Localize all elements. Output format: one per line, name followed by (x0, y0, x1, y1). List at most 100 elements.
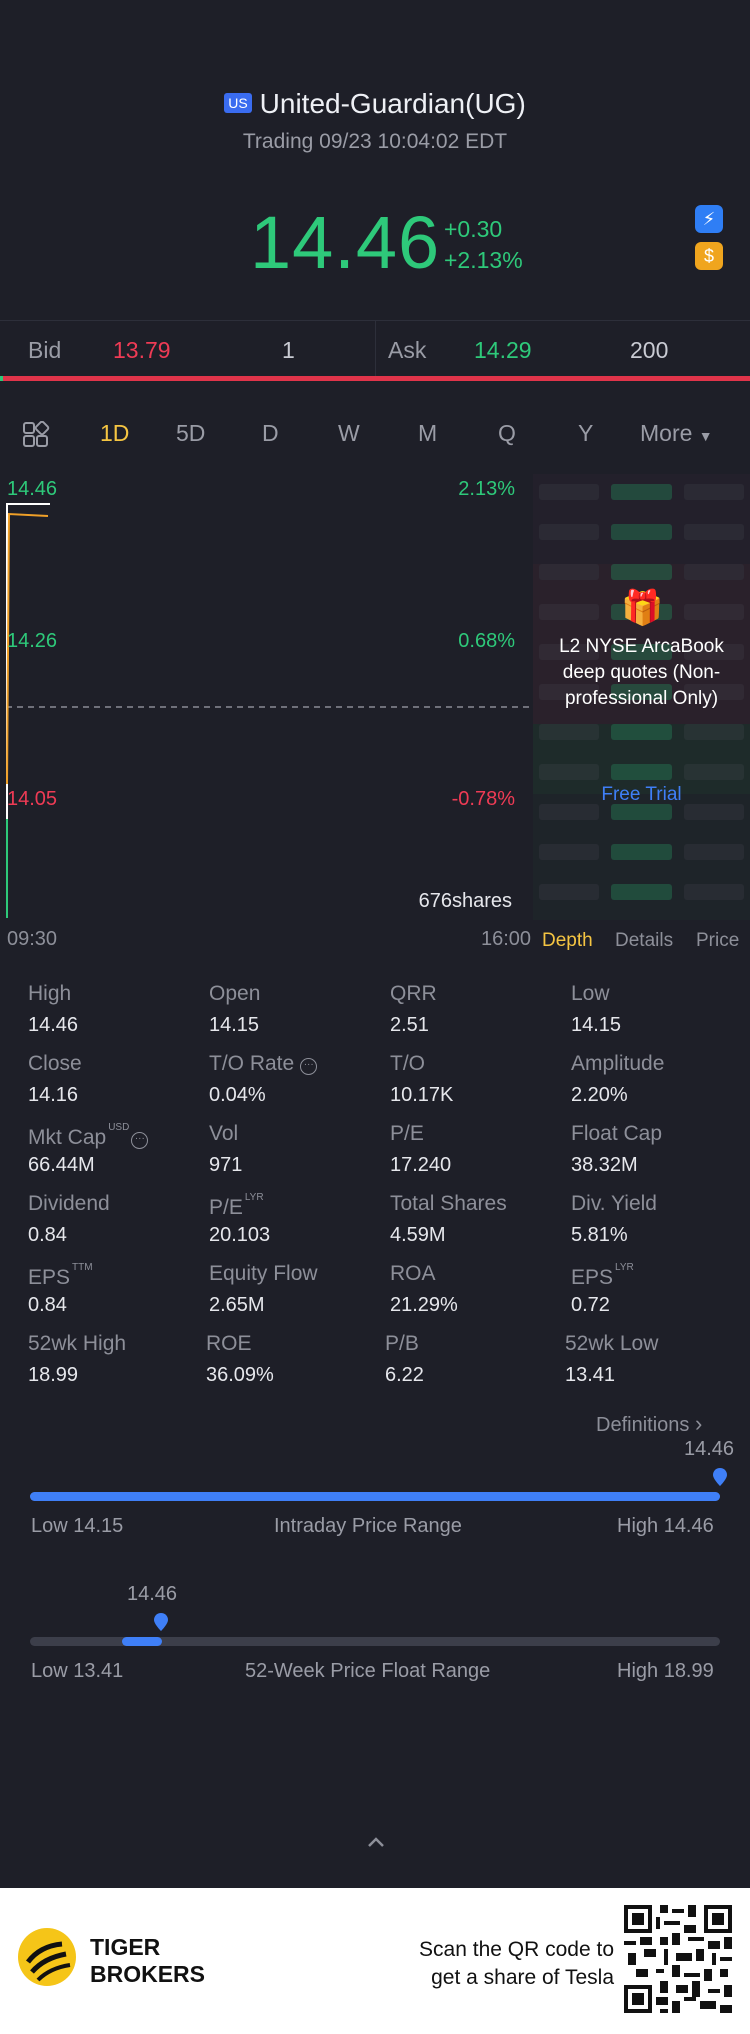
tab-y[interactable]: Y (578, 420, 593, 447)
stat-value: 4.59M (390, 1224, 446, 1246)
stat-label: 52wk Low (565, 1332, 659, 1355)
caret-down-icon: ▼ (698, 428, 713, 444)
stat-value: 0.04% (209, 1084, 266, 1106)
time-start: 09:30 (7, 928, 58, 950)
tab-details[interactable]: Details (615, 930, 673, 952)
intraday-marker-icon (713, 1468, 727, 1486)
week52-low: Low 13.41 (31, 1660, 124, 1682)
l2-depth-panel[interactable]: 🎁 L2 NYSE ArcaBook deep quotes (Non-prof… (533, 474, 750, 920)
period-tabs: 1D 5D D W M Q Y More ▼ (0, 420, 750, 460)
stat-label: P/E LYR (209, 1192, 264, 1220)
brand-line-1: TIGER (90, 1934, 161, 1960)
brand-line-2: BROKERS (90, 1961, 206, 1987)
stat-value: 13.41 (565, 1364, 616, 1386)
tab-1d[interactable]: 1D (100, 420, 129, 447)
stat-value: 0.84 (28, 1224, 67, 1246)
stat-value: 2.20% (571, 1084, 628, 1106)
trading-status: Trading 09/23 10:04:02 EDT (242, 130, 508, 153)
qr-code-icon[interactable] (624, 1905, 732, 2013)
price-line (6, 503, 50, 918)
chart-high-label: 14.46 (7, 478, 58, 500)
ask-size: 200 (630, 337, 669, 363)
stat-value: 10.17K (390, 1084, 454, 1106)
stat-label: QRR (390, 982, 437, 1005)
l2-promo-text: L2 NYSE ArcaBook deep quotes (Non-profes… (559, 636, 724, 709)
stat-value: 14.16 (28, 1084, 79, 1106)
stat-label: High (28, 982, 72, 1005)
stat-label: Low (571, 982, 610, 1005)
stat-value: 17.240 (390, 1154, 452, 1176)
lightning-1-icon[interactable]: ⚡ (695, 205, 723, 233)
grid-icon[interactable] (22, 420, 50, 455)
definitions-link[interactable]: Definitions › (596, 1411, 702, 1437)
tab-price[interactable]: Price (696, 930, 739, 952)
bid-ask-ratio-bar (0, 376, 750, 381)
definitions-label: Definitions (596, 1414, 690, 1436)
ttm-sup: TTM (72, 1262, 93, 1273)
stat-label: Div. Yield (571, 1192, 657, 1215)
week52-high: High 18.99 (617, 1660, 714, 1682)
stat-value: 2.65M (209, 1294, 265, 1316)
chart-volume: 676shares (418, 890, 512, 912)
stat-value: 66.44M (28, 1154, 95, 1176)
eps-ttm-label: EPS (28, 1266, 71, 1289)
intraday-high: High 14.46 (617, 1515, 714, 1537)
stat-label: Equity Flow (209, 1262, 318, 1285)
stat-label: Float Cap (571, 1122, 663, 1145)
chart-lines (6, 503, 532, 918)
info-icon[interactable]: ··· (300, 1058, 318, 1075)
stat-label: Vol (209, 1122, 239, 1145)
more-label: More (640, 420, 693, 446)
intraday-chart[interactable]: 14.46 14.26 14.05 2.13% 0.68% -0.78% 676… (0, 474, 532, 924)
week52-marker-icon (154, 1613, 169, 1631)
stat-label: Close (28, 1052, 82, 1075)
stat-label: Mkt Cap USD··· (28, 1122, 149, 1150)
bid-label: Bid (28, 337, 62, 363)
dollar-icon[interactable]: $ (695, 242, 723, 270)
lyr-sup: LYR (615, 1262, 634, 1273)
stat-value: 38.32M (571, 1154, 638, 1176)
time-end: 16:00 (481, 928, 532, 950)
stat-value: 36.09% (206, 1364, 274, 1386)
stat-label: EPS LYR (571, 1262, 634, 1290)
market-badge: US (224, 93, 252, 113)
tab-d[interactable]: D (262, 420, 279, 447)
week52-current: 14.46 (127, 1583, 178, 1605)
info-icon[interactable]: ··· (131, 1132, 149, 1149)
stat-label: P/E (390, 1122, 424, 1145)
stat-label: Amplitude (571, 1052, 665, 1075)
tab-depth[interactable]: Depth (542, 930, 593, 952)
promo-line-1: Scan the QR code to (419, 1938, 614, 1961)
intraday-fill (30, 1492, 720, 1501)
week52-title: 52-Week Price Float Range (245, 1660, 491, 1682)
stat-label: 52wk High (28, 1332, 127, 1355)
stat-label: Open (209, 982, 261, 1005)
free-trial-link[interactable]: Free Trial (533, 784, 750, 806)
tab-q[interactable]: Q (498, 420, 516, 447)
chart-low-pct: -0.78% (451, 788, 515, 810)
promo-text: Scan the QR code to get a share of Tesla (419, 1936, 614, 1992)
stat-value: 0.84 (28, 1294, 67, 1316)
tab-more[interactable]: More ▼ (640, 420, 713, 447)
promo-line-2: get a share of Tesla (431, 1966, 614, 1989)
stat-label: ROA (390, 1262, 436, 1285)
stat-value: 5.81% (571, 1224, 628, 1246)
bid-ask-bar: Bid 13.79 1 Ask 14.29 200 (0, 320, 750, 377)
brand-name: TIGER BROKERS (90, 1934, 205, 1988)
tab-w[interactable]: W (338, 420, 360, 447)
stock-title: US United-Guardian(UG) (0, 88, 750, 120)
chart-mid-pct: 0.68% (458, 630, 515, 652)
mkt-cap-label: Mkt Cap (28, 1126, 107, 1149)
stat-value: 6.22 (385, 1364, 424, 1386)
bid-price: 13.79 (113, 337, 171, 363)
tab-m[interactable]: M (418, 420, 437, 447)
bid-size: 1 (282, 337, 295, 363)
stat-label: T/O Rate ··· (209, 1052, 318, 1076)
stat-label: EPS TTM (28, 1262, 93, 1290)
chevron-up-icon[interactable] (366, 1835, 386, 1855)
tab-5d[interactable]: 5D (176, 420, 205, 447)
stat-label: Dividend (28, 1192, 110, 1215)
stat-value: 971 (209, 1154, 243, 1176)
chart-low-label: 14.05 (7, 788, 58, 810)
chart-mid-label: 14.26 (7, 630, 58, 652)
